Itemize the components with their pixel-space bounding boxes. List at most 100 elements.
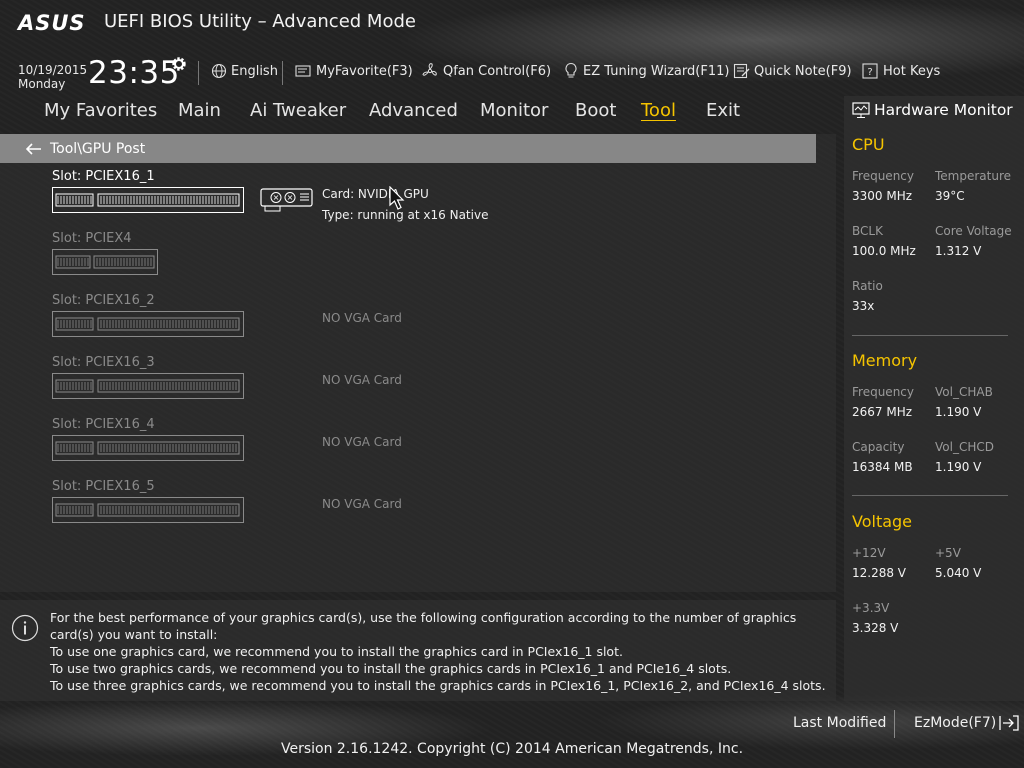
tab-my-favorites[interactable]: My Favorites	[44, 100, 157, 121]
cpu-heading: CPU	[852, 135, 885, 154]
tab-boot[interactable]: Boot	[575, 100, 616, 121]
tab-exit[interactable]: Exit	[706, 100, 740, 121]
date-text: 10/19/2015	[18, 63, 88, 77]
memory-heading: Memory	[852, 351, 918, 370]
gear-icon[interactable]	[170, 55, 188, 77]
asus-logo: ASUS	[18, 11, 86, 35]
graphics-card-icon	[260, 188, 313, 212]
tab-ai-tweaker[interactable]: Ai Tweaker	[250, 100, 346, 121]
help-line: To use two graphics cards, we recommend …	[50, 661, 732, 676]
core-voltage-label: Core Voltage	[935, 224, 1012, 238]
date-display: 10/19/2015 Monday	[18, 63, 87, 91]
v5-value: 5.040 V	[935, 566, 982, 580]
card-type: Type: running at x16 Native	[322, 208, 489, 222]
question-icon: ?	[862, 63, 878, 79]
slot-label: Slot: PCIEX16_3	[52, 355, 155, 370]
exit-mode-icon	[999, 715, 1019, 731]
gpu-post-panel: Tool\GPU Post Slot: PCIEX16_1 Card: NVID…	[0, 134, 836, 592]
quick-note-label: Quick Note(F9)	[754, 63, 852, 79]
ez-tuning-label: EZ Tuning Wizard(F11)	[583, 63, 730, 79]
myfavorite-button[interactable]: MyFavorite(F3)	[295, 61, 413, 81]
ezmode-button[interactable]: EzMode(F7)	[914, 715, 1020, 731]
ez-tuning-wizard-button[interactable]: EZ Tuning Wizard(F11)	[563, 61, 729, 81]
vol-chcd-value: 1.190 V	[935, 460, 982, 474]
divider	[852, 495, 1008, 496]
language-label: English	[231, 63, 278, 79]
help-panel: For the best performance of your graphic…	[0, 600, 836, 701]
v33-label: +3.3V	[852, 601, 890, 615]
cpu-frequency-label: Frequency	[852, 169, 914, 183]
slot-label: Slot: PCIEX16_1	[52, 169, 155, 184]
core-voltage-value: 1.312 V	[935, 244, 982, 258]
svg-text:?: ?	[867, 67, 872, 78]
qfan-label: Qfan Control(F6)	[443, 63, 552, 79]
slot-label: Slot: PCIEX16_2	[52, 293, 155, 308]
tab-monitor[interactable]: Monitor	[480, 100, 548, 121]
ratio-label: Ratio	[852, 279, 883, 293]
mouse-cursor-icon	[389, 186, 405, 210]
breadcrumb-text: Tool\GPU Post	[50, 140, 146, 157]
slot-1-card-info: Card: NVIDIA GPU Type: running at x16 Na…	[322, 184, 488, 226]
hot-keys-button[interactable]: ? Hot Keys	[862, 61, 940, 81]
slot-status: NO VGA Card	[322, 373, 402, 387]
slot-pciex16-2: Slot: PCIEX16_2	[52, 293, 245, 337]
vol-chcd-label: Vol_CHCD	[935, 440, 994, 454]
slot-label: Slot: PCIEX4	[52, 231, 132, 246]
pcie-slot-graphic	[52, 187, 314, 213]
ratio-value: 33x	[852, 299, 875, 313]
separator	[282, 61, 283, 85]
hardware-monitor-panel: Hardware Monitor CPU Frequency Temperatu…	[844, 96, 1024, 701]
quick-note-button[interactable]: Quick Note(F9)	[733, 61, 852, 81]
monitor-icon	[852, 101, 870, 118]
separator	[894, 710, 895, 738]
slot-pciex16-3: Slot: PCIEX16_3	[52, 355, 245, 399]
pcie-slot-graphic	[52, 249, 159, 275]
lightbulb-icon	[565, 62, 577, 78]
tab-main[interactable]: Main	[178, 100, 221, 121]
card-name: Card: NVIDIA GPU	[322, 187, 429, 201]
fan-icon	[422, 63, 437, 76]
help-line: To use three graphics cards, we recommen…	[50, 678, 826, 693]
main-tabs: My Favorites Main Ai Tweaker Advanced Mo…	[0, 96, 836, 126]
info-bar: 10/19/2015 Monday 23:35 English MyFavori…	[0, 55, 1024, 93]
slot-status: NO VGA Card	[322, 311, 402, 325]
vol-chab-label: Vol_CHAB	[935, 385, 993, 399]
slot-pciex16-1: Slot: PCIEX16_1	[52, 169, 314, 213]
cpu-temperature-value: 39°C	[935, 189, 965, 203]
qfan-control-button[interactable]: Qfan Control(F6)	[421, 61, 551, 81]
tab-tool[interactable]: Tool	[641, 100, 676, 121]
language-selector[interactable]: English	[211, 61, 278, 81]
slot-status: NO VGA Card	[322, 435, 402, 449]
help-line: For the best performance of your graphic…	[50, 610, 797, 642]
memory-frequency-label: Frequency	[852, 385, 914, 399]
memory-frequency-value: 2667 MHz	[852, 405, 913, 419]
help-text: For the best performance of your graphic…	[50, 609, 830, 694]
pcie-slot-graphic	[52, 497, 245, 523]
help-line: To use one graphics card, we recommend y…	[50, 644, 623, 659]
v5-label: +5V	[935, 546, 961, 560]
myfavorite-label: MyFavorite(F3)	[316, 63, 413, 79]
slot-pciex16-4: Slot: PCIEX16_4	[52, 417, 245, 461]
slot-label: Slot: PCIEX16_5	[52, 479, 155, 494]
slot-pciex4: Slot: PCIEX4	[52, 231, 159, 275]
globe-icon	[211, 63, 227, 79]
last-modified-button[interactable]: Last Modified	[793, 715, 886, 731]
capacity-value: 16384 MB	[852, 460, 913, 474]
ezmode-label: EzMode(F7)	[914, 715, 997, 731]
hardware-monitor-title: Hardware Monitor	[852, 101, 1013, 119]
cpu-frequency-value: 3300 MHz	[852, 189, 913, 203]
app-title: UEFI BIOS Utility – Advanced Mode	[104, 11, 416, 32]
back-arrow-icon[interactable]	[26, 142, 42, 155]
tab-advanced[interactable]: Advanced	[369, 100, 458, 121]
pcie-slot-graphic	[52, 311, 245, 337]
v12-value: 12.288 V	[852, 566, 907, 580]
version-text: Version 2.16.1242. Copyright (C) 2014 Am…	[280, 741, 744, 757]
breadcrumb: Tool\GPU Post	[0, 134, 816, 163]
pcie-slot-graphic	[52, 435, 245, 461]
v33-value: 3.328 V	[852, 621, 899, 635]
vol-chab-value: 1.190 V	[935, 405, 982, 419]
capacity-label: Capacity	[852, 440, 905, 454]
cpu-temperature-label: Temperature	[935, 169, 1012, 183]
divider	[852, 335, 1008, 336]
separator	[198, 61, 199, 85]
